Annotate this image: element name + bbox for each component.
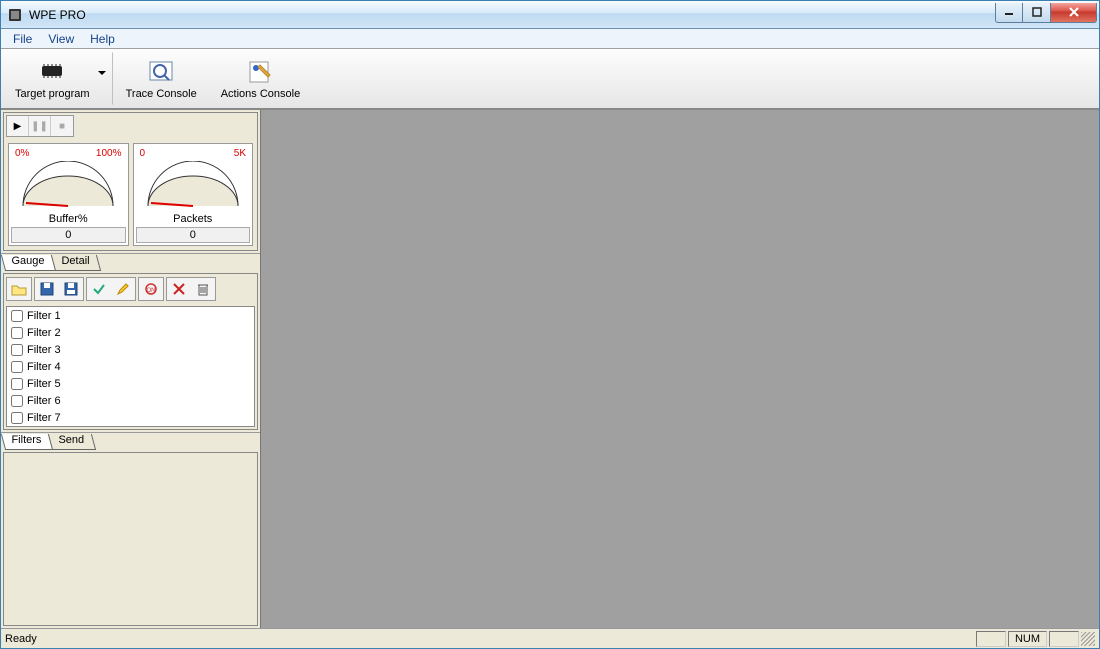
stop-button[interactable]: ■ [51, 116, 73, 136]
edit-doc-icon [244, 58, 276, 86]
status-num: NUM [1008, 631, 1047, 647]
app-window: WPE PRO File View Help Target program Tr… [0, 0, 1100, 649]
filter-row[interactable]: Filter 4 [7, 358, 254, 375]
menubar: File View Help [1, 29, 1099, 49]
menu-file[interactable]: File [5, 30, 40, 48]
trash-button[interactable] [191, 278, 215, 300]
on-button[interactable]: ON [139, 278, 163, 300]
left-panel: ▶ ❚❚ ■ 0% 100% Buffer% [1, 110, 261, 628]
gauge-buffer-min: 0% [15, 148, 29, 159]
tab-gauge[interactable]: Gauge [1, 255, 56, 271]
delete-button[interactable] [167, 278, 191, 300]
magnifier-icon [145, 58, 177, 86]
minimize-button[interactable] [995, 3, 1023, 23]
filter-checkbox[interactable] [11, 344, 23, 356]
main-area [261, 110, 1099, 628]
tab-filters[interactable]: Filters [1, 434, 53, 450]
gauge-buffer-max: 100% [96, 148, 122, 159]
gauge-buffer: 0% 100% Buffer% 0 [8, 143, 129, 246]
edit-button[interactable] [111, 278, 135, 300]
playback-controls: ▶ ❚❚ ■ [4, 113, 257, 139]
check-button[interactable] [87, 278, 111, 300]
trace-console-button[interactable]: Trace Console [115, 52, 208, 105]
titlebar: WPE PRO [1, 1, 1099, 29]
filter-checkbox[interactable] [11, 395, 23, 407]
open-button[interactable] [7, 278, 31, 300]
save-button[interactable] [35, 278, 59, 300]
target-program-label: Target program [15, 88, 90, 100]
resize-grip-icon[interactable] [1081, 632, 1095, 646]
status-ready: Ready [5, 633, 974, 645]
gauge-packets-value: 0 [136, 227, 251, 243]
maximize-button[interactable] [1023, 3, 1051, 23]
statusbar: Ready NUM [1, 628, 1099, 648]
filter-row[interactable]: Filter 5 [7, 375, 254, 392]
gauge-packets: 0 5K Packets 0 [133, 143, 254, 246]
svg-text:ON: ON [147, 288, 156, 294]
menu-help[interactable]: Help [82, 30, 123, 48]
body: ▶ ❚❚ ■ 0% 100% Buffer% [1, 109, 1099, 628]
filter-checkbox[interactable] [11, 412, 23, 424]
gauge-packets-dial [143, 161, 243, 211]
filter-checkbox[interactable] [11, 310, 23, 322]
menu-view[interactable]: View [40, 30, 82, 48]
play-button[interactable]: ▶ [7, 116, 29, 136]
save-as-button[interactable] [59, 278, 83, 300]
pause-button[interactable]: ❚❚ [29, 116, 51, 136]
close-button[interactable] [1051, 3, 1097, 23]
filter-toolbar: ON [4, 274, 257, 304]
filter-checkbox[interactable] [11, 378, 23, 390]
gauge-buffer-dial [18, 161, 118, 211]
gauge-buffer-label: Buffer% [49, 213, 88, 225]
tab-send[interactable]: Send [48, 434, 96, 450]
gauge-packets-label: Packets [173, 213, 212, 225]
actions-console-button[interactable]: Actions Console [210, 52, 312, 105]
status-cell-empty1 [976, 631, 1006, 647]
chip-icon [36, 58, 68, 86]
filter-row[interactable]: Filter 2 [7, 324, 254, 341]
status-cell-empty2 [1049, 631, 1079, 647]
dropdown-icon [98, 71, 106, 79]
filter-row[interactable]: Filter 6 [7, 392, 254, 409]
filter-row[interactable]: Filter 1 [7, 307, 254, 324]
filter-tabs: Filters Send [1, 432, 260, 450]
filter-checkbox[interactable] [11, 361, 23, 373]
filter-row[interactable]: Filter 3 [7, 341, 254, 358]
main-toolbar: Target program Trace Console Actions Con… [1, 49, 1099, 109]
gauge-packets-max: 5K [234, 148, 246, 159]
window-title: WPE PRO [29, 8, 86, 22]
target-program-button[interactable]: Target program [4, 52, 113, 105]
bottom-panel [3, 452, 258, 626]
window-controls [995, 3, 1097, 23]
actions-console-label: Actions Console [221, 88, 301, 100]
gauge-packets-min: 0 [140, 148, 146, 159]
gauge-panel: ▶ ❚❚ ■ 0% 100% Buffer% [3, 112, 258, 251]
filter-row[interactable]: Filter 7 [7, 409, 254, 426]
gauges-row: 0% 100% Buffer% 0 0 5K [4, 139, 257, 250]
gauge-buffer-value: 0 [11, 227, 126, 243]
filter-checkbox[interactable] [11, 327, 23, 339]
app-icon [7, 7, 23, 23]
tab-detail[interactable]: Detail [51, 255, 101, 271]
filter-list[interactable]: Filter 1 Filter 2 Filter 3 Filter 4 Filt… [6, 306, 255, 427]
trace-console-label: Trace Console [126, 88, 197, 100]
filters-panel: ON Filter 1 Filter 2 Filter 3 Filter 4 F… [3, 273, 258, 430]
gauge-tabs: Gauge Detail [1, 253, 260, 271]
